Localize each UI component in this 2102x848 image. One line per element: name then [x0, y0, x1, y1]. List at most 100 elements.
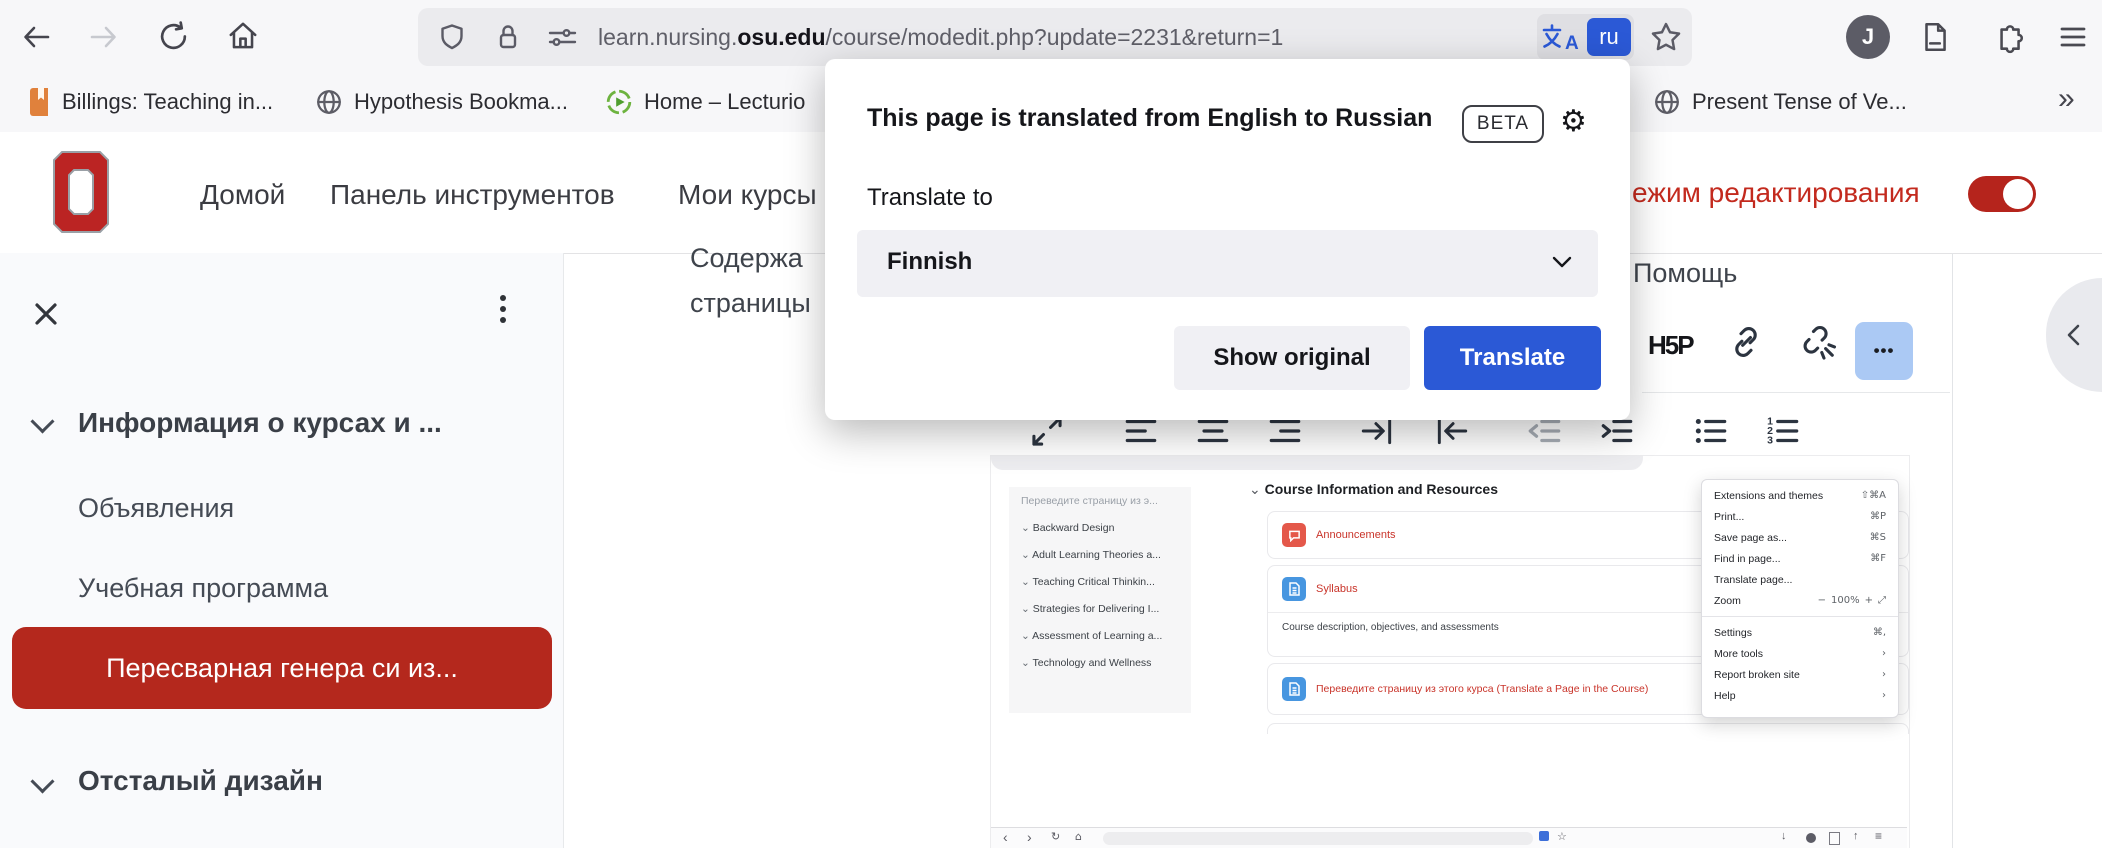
sidebar-item-announcements[interactable]: Объявления: [78, 493, 234, 524]
page-heading-line2: страницы: [690, 288, 811, 318]
bookmark-item[interactable]: Billings: Teaching in...: [26, 87, 273, 117]
bookmark-item[interactable]: Home – Lecturio: [604, 87, 805, 117]
sidebar-section-backward-design[interactable]: Отсталый дизайн: [78, 765, 323, 797]
mini-sidebar-item: ⌄ Assessment of Learning a...: [1021, 630, 1163, 642]
mini-sidebar-item: ⌄ Strategies for Delivering I...: [1021, 603, 1160, 615]
gear-icon[interactable]: ⚙: [1560, 107, 1587, 137]
bookmarks-overflow-chevrons[interactable]: »: [2058, 82, 2075, 116]
translate-button[interactable]: Translate: [1424, 326, 1601, 390]
mini-menu-item: More tools ›: [1714, 647, 1886, 660]
bookmark-star-icon[interactable]: [1648, 19, 1684, 55]
menu-hamburger-icon[interactable]: [2056, 22, 2090, 52]
edit-mode-label: ежим редактирования: [1632, 177, 1920, 208]
mini-menu-item: Translate page...: [1714, 573, 1793, 586]
mini-sidebar: Переведите страницу из э... ⌄ Backward D…: [1009, 487, 1191, 713]
mini-menu-item: Extensions and themes ⇧⌘A: [1714, 489, 1886, 502]
show-original-button[interactable]: Show original: [1174, 326, 1410, 390]
page-document-icon[interactable]: [1918, 20, 1952, 54]
chevron-down-icon[interactable]: [30, 769, 55, 795]
url-path: /course/modedit.php?update=2231&return=1: [825, 24, 1284, 50]
bookmark-item[interactable]: Hypothesis Bookma...: [314, 87, 568, 117]
sidebar-item-syllabus[interactable]: Учебная программа: [78, 573, 328, 604]
svg-text:3: 3: [1767, 435, 1773, 447]
mini-translate-badge: [1539, 831, 1549, 841]
mini-menu-item: Print... ⌘P: [1714, 510, 1886, 523]
mini-forward-icon: ›: [1027, 829, 1032, 845]
sidebar-section-course-info[interactable]: Информация о курсах и ...: [78, 407, 442, 439]
bookmark-label: Hypothesis Bookma...: [354, 89, 568, 114]
sidebar-item-active[interactable]: Пересварная генера си из...: [12, 627, 552, 709]
lock-icon[interactable]: [492, 21, 524, 53]
osu-logo[interactable]: [52, 150, 110, 234]
h5p-button[interactable]: H5P: [1648, 330, 1695, 361]
play-icon: [604, 87, 634, 117]
chevron-down-icon[interactable]: [30, 409, 55, 435]
toolbar-more-button[interactable]: •••: [1855, 322, 1913, 380]
mini-star-icon: ☆: [1557, 830, 1567, 843]
nav-my-courses[interactable]: Мои курсы: [678, 179, 817, 211]
home-icon[interactable]: [226, 19, 260, 53]
mini-sidebar-item: ⌄ Adult Learning Theories a...: [1021, 549, 1161, 561]
announcements-icon: [1282, 523, 1306, 547]
page-heading-line1: Содержа: [690, 243, 803, 273]
nav-dashboard[interactable]: Панель инструментов: [330, 179, 615, 211]
drawer-toggle-tab[interactable]: [2046, 278, 2102, 392]
numbered-list-icon[interactable]: 123: [1764, 412, 1802, 450]
close-icon[interactable]: [32, 300, 60, 328]
unlink-icon[interactable]: [1798, 322, 1840, 362]
mini-page-icon: [1829, 832, 1840, 845]
panel-divider: [1952, 253, 1953, 848]
language-select[interactable]: Finnish: [857, 230, 1598, 297]
url-bar[interactable]: learn.nursing.osu.edu/course/modedit.php…: [418, 8, 1692, 66]
mini-sidebar-item: ⌄ Technology and Wellness: [1021, 657, 1152, 669]
mini-download-icon: ↓: [1781, 830, 1787, 842]
translate-chip[interactable]: A ru: [1537, 14, 1634, 60]
bullet-list-icon[interactable]: [1692, 412, 1730, 450]
globe-icon: [1652, 87, 1682, 117]
url-prefix: learn.nursing.: [598, 24, 738, 50]
page-doc-icon: [1282, 677, 1306, 701]
mini-menu-item: Save page as... ⌘S: [1714, 531, 1886, 544]
chevron-down-icon: [1550, 254, 1574, 270]
url-text[interactable]: learn.nursing.osu.edu/course/modedit.php…: [598, 24, 1283, 51]
embedded-screenshot: Переведите страницу из э... ⌄ Backward D…: [990, 455, 1910, 848]
nav-home[interactable]: Домой: [200, 179, 285, 211]
mini-card-label: Syllabus: [1316, 583, 1358, 595]
bookmark-item[interactable]: Present Tense of Ve...: [1652, 87, 1907, 117]
selected-language: Finnish: [887, 248, 973, 275]
mini-sidebar-item: Переведите страницу из э...: [1021, 495, 1158, 507]
mini-share-icon: ↑: [1853, 830, 1859, 842]
mini-home-icon: ⌂: [1075, 830, 1082, 843]
mini-sidebar-item: ⌄ Backward Design: [1021, 522, 1115, 534]
bookmark-label: Present Tense of Ve...: [1692, 89, 1907, 114]
translation-popup: This page is translated from English to …: [825, 59, 1630, 420]
translate-language-badge[interactable]: ru: [1587, 18, 1631, 56]
url-domain: osu.edu: [737, 24, 826, 50]
profile-avatar[interactable]: J: [1846, 15, 1890, 59]
mini-menu-item: Find in page... ⌘F: [1714, 552, 1886, 565]
kebab-menu-icon[interactable]: [500, 295, 506, 323]
back-icon[interactable]: [20, 21, 52, 53]
help-label: Помощь: [1633, 258, 1738, 288]
translate-icon[interactable]: A: [1541, 21, 1585, 53]
svg-text:A: A: [1565, 33, 1579, 53]
reload-icon[interactable]: [157, 20, 190, 53]
link-icon[interactable]: [1726, 322, 1766, 362]
toolbar-divider: [1642, 392, 1950, 393]
toggle-knob: [2003, 179, 2033, 209]
mini-menu-item: Help ›: [1714, 689, 1886, 702]
browser-window: learn.nursing.osu.edu/course/modedit.php…: [0, 0, 2102, 848]
book-icon: [26, 87, 52, 117]
syllabus-doc-icon: [1282, 577, 1306, 601]
mini-menu-item: Settings ⌘,: [1714, 626, 1886, 639]
forward-icon[interactable]: [88, 21, 120, 53]
shield-icon[interactable]: [436, 21, 468, 53]
mini-menu-item: Report broken site ›: [1714, 668, 1886, 681]
edit-mode-toggle[interactable]: [1968, 176, 2036, 212]
mini-card-label: Переведите страницу из этого курса (Tran…: [1316, 683, 1649, 695]
mini-card-partial: [1267, 723, 1909, 734]
extensions-puzzle-icon[interactable]: [1992, 20, 2026, 54]
mini-popup-bottom-band: [991, 456, 1643, 470]
permissions-icon[interactable]: [544, 21, 580, 53]
mini-menu-icon: ≡: [1875, 829, 1883, 843]
